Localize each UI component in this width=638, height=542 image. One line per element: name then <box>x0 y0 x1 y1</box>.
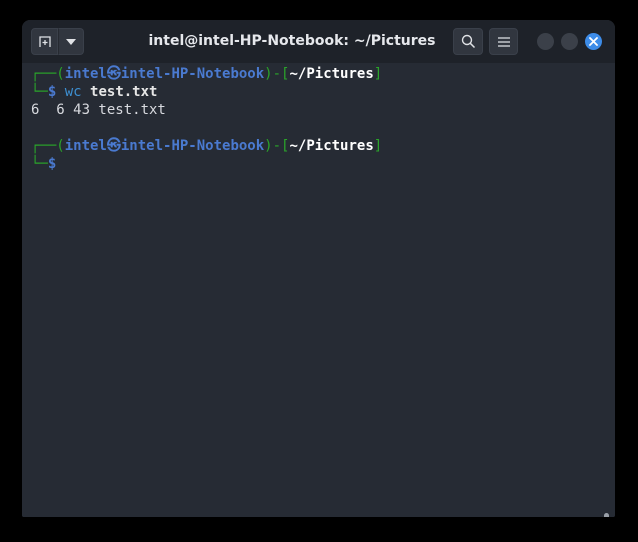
prompt-corner: └─ <box>31 84 48 100</box>
prompt-close-paren: ) <box>264 66 273 82</box>
new-tab-icon <box>38 36 51 47</box>
prompt-user: intel <box>64 138 107 154</box>
new-tab-button[interactable] <box>31 28 58 55</box>
prompt-cwd: ~/Pictures <box>289 138 374 154</box>
scrollbar-thumb[interactable] <box>604 513 609 517</box>
command-argument: test.txt <box>90 84 158 100</box>
prompt-host: intel-HP-Notebook <box>120 66 265 82</box>
maximize-button[interactable] <box>561 33 578 50</box>
title-bar: intel@intel-HP-Notebook: ~/Pictures <box>22 20 615 63</box>
close-icon <box>589 37 598 46</box>
prompt-corner: └─ <box>31 156 48 172</box>
command-output: 6 6 43 test.txt <box>31 102 166 118</box>
terminal-window: intel@intel-HP-Notebook: ~/Pictures ┌──(… <box>22 20 615 517</box>
active-command-line[interactable]: └─$ <box>31 155 56 173</box>
prompt-host: intel-HP-Notebook <box>120 138 265 154</box>
command-line: └─$ wc test.txt <box>31 83 157 101</box>
chevron-down-icon <box>66 38 76 45</box>
minimize-button[interactable] <box>537 33 554 50</box>
prompt-frame: ┌──( <box>31 138 65 154</box>
prompt-close-paren: ) <box>264 138 273 154</box>
prompt-bracket-close: ] <box>373 66 383 82</box>
prompt-frame: ┌──( <box>31 66 65 82</box>
prompt-dollar: $ <box>47 156 57 172</box>
prompt-line: ┌──(intel㉿intel-HP-Notebook)-[~/Pictures… <box>31 65 382 83</box>
prompt-bracket-close: ] <box>373 138 383 154</box>
prompt-at-symbol: ㉿ <box>106 138 121 154</box>
close-button[interactable] <box>585 33 602 50</box>
prompt-line: ┌──(intel㉿intel-HP-Notebook)-[~/Pictures… <box>31 137 382 155</box>
prompt-separator: - <box>272 138 282 154</box>
prompt-separator: - <box>272 66 282 82</box>
menu-button[interactable] <box>489 28 518 55</box>
hamburger-icon <box>497 36 510 47</box>
search-icon <box>461 34 475 49</box>
prompt-dollar: $ <box>47 84 57 100</box>
window-title: intel@intel-HP-Notebook: ~/Pictures <box>148 33 436 49</box>
prompt-user: intel <box>64 66 107 82</box>
search-button[interactable] <box>453 28 483 55</box>
prompt-cwd: ~/Pictures <box>289 66 374 82</box>
command-name: wc <box>64 84 82 100</box>
prompt-at-symbol: ㉿ <box>106 66 121 82</box>
tab-dropdown-button[interactable] <box>58 28 84 55</box>
terminal-output-area[interactable]: ┌──(intel㉿intel-HP-Notebook)-[~/Pictures… <box>22 63 615 517</box>
